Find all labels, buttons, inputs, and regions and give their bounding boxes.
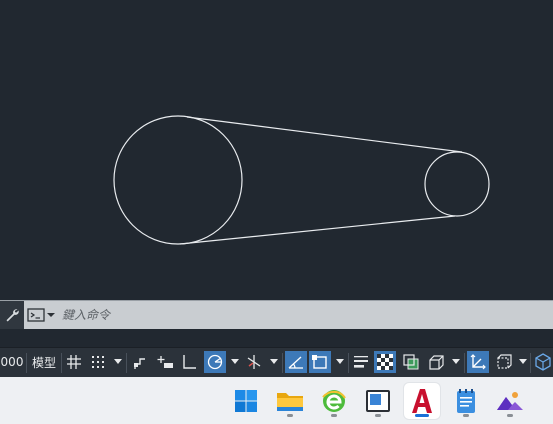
taskbar-photos[interactable]	[492, 383, 528, 419]
status-separator	[26, 353, 27, 373]
gizmo-button[interactable]	[532, 351, 553, 373]
chevron-down-icon	[231, 359, 239, 364]
belt-top-tangent-line[interactable]	[186, 116, 463, 153]
selection-filter-button[interactable]	[492, 351, 514, 373]
autocad-a-icon	[412, 389, 432, 413]
object-snap-button[interactable]	[309, 351, 331, 373]
status-bar: 000 模型	[0, 347, 553, 378]
infer-constraints-icon	[134, 358, 145, 369]
snap-dots-icon	[92, 356, 104, 368]
large-pulley-circle[interactable]	[113, 115, 243, 245]
grid-icon	[67, 355, 81, 369]
wrench-icon	[6, 309, 19, 322]
chevron-down-icon	[336, 359, 344, 364]
active-indicator	[415, 414, 429, 417]
chevron-down-icon	[114, 359, 122, 364]
belt-bottom-tangent-line[interactable]	[179, 215, 456, 245]
status-separator	[464, 353, 465, 373]
snap-mode-dropdown[interactable]	[113, 351, 123, 373]
notepad-icon	[457, 389, 475, 413]
polar-tracking-icon	[207, 354, 223, 370]
coordinates-readout[interactable]: 000	[0, 351, 24, 373]
running-indicator	[463, 414, 469, 417]
taskbar-notepad[interactable]	[448, 383, 484, 419]
photos-mountain-icon	[497, 392, 523, 410]
lineweight-icon	[354, 356, 368, 368]
command-input[interactable]	[62, 305, 532, 325]
command-prompt-icon	[27, 308, 55, 322]
dynamic-ucs-icon	[470, 354, 486, 370]
model-label: 模型	[31, 355, 56, 370]
selection-filter-dropdown[interactable]	[518, 351, 528, 373]
taskbar-file-explorer[interactable]	[272, 383, 308, 419]
status-separator	[530, 353, 531, 373]
polar-tracking-button[interactable]	[204, 351, 226, 373]
autocad-window: 000 模型	[0, 0, 553, 424]
selection-filter-icon	[497, 354, 512, 369]
windows-taskbar	[0, 377, 553, 424]
running-indicator	[507, 414, 513, 417]
3d-object-snap-button[interactable]	[425, 351, 447, 373]
grid-display-button[interactable]	[64, 351, 84, 373]
command-line-gap	[0, 329, 553, 347]
chevron-down-icon	[270, 359, 278, 364]
dynamic-input-icon	[157, 356, 173, 368]
drawing-svg	[113, 115, 490, 245]
window-app-icon	[366, 390, 390, 412]
chevron-down-icon	[519, 359, 527, 364]
cube-icon	[429, 355, 444, 370]
selection-cycling-button[interactable]	[400, 351, 422, 373]
object-snap-icon	[312, 355, 327, 369]
dynamic-input-button[interactable]	[155, 351, 175, 373]
ortho-icon	[183, 355, 196, 369]
lineweight-button[interactable]	[351, 351, 371, 373]
status-separator	[348, 353, 349, 373]
taskbar-browser[interactable]	[316, 383, 352, 419]
chevron-down-icon	[452, 359, 460, 364]
running-indicator	[331, 414, 337, 417]
running-indicator	[287, 414, 293, 417]
3d-object-snap-dropdown[interactable]	[451, 351, 461, 373]
coordinates-text: 000	[0, 355, 24, 369]
status-separator	[282, 353, 283, 373]
taskbar-autocad[interactable]	[404, 383, 440, 419]
snap-mode-button[interactable]	[88, 351, 108, 373]
isodraft-dropdown[interactable]	[269, 351, 279, 373]
start-button[interactable]	[228, 383, 264, 419]
browser-e-icon	[322, 390, 346, 412]
windows-logo-icon	[235, 390, 257, 412]
drawing-canvas[interactable]	[0, 0, 553, 300]
ortho-mode-button[interactable]	[179, 351, 199, 373]
object-snap-tracking-icon	[288, 356, 303, 369]
status-separator	[61, 353, 62, 373]
object-snap-tracking-button[interactable]	[285, 351, 307, 373]
status-separator	[126, 353, 127, 373]
gizmo-icon	[534, 353, 551, 371]
command-line	[0, 300, 553, 329]
infer-constraints-button[interactable]	[130, 351, 150, 373]
folder-icon	[277, 393, 303, 411]
command-history-button[interactable]	[27, 307, 57, 323]
polar-tracking-dropdown[interactable]	[230, 351, 240, 373]
object-snap-dropdown[interactable]	[335, 351, 345, 373]
taskbar-window-app[interactable]	[360, 383, 396, 419]
small-pulley-circle[interactable]	[424, 151, 490, 217]
isodraft-button[interactable]	[244, 351, 264, 373]
model-space-button[interactable]: 模型	[29, 351, 59, 373]
selection-cycling-icon	[403, 354, 419, 370]
dynamic-ucs-button[interactable]	[467, 351, 489, 373]
transparency-checker-icon	[377, 354, 393, 370]
transparency-button[interactable]	[374, 351, 396, 373]
running-indicator	[375, 414, 381, 417]
customize-button[interactable]	[0, 301, 24, 329]
isodraft-icon	[247, 355, 261, 369]
